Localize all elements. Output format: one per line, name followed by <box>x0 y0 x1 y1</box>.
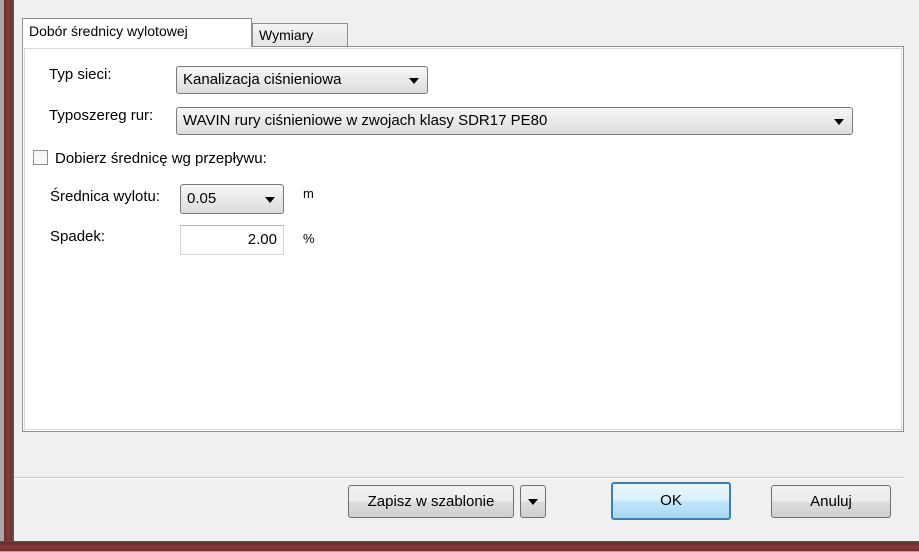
network-type-select[interactable]: Kanalizacja ciśnieniowa <box>176 66 428 94</box>
outlet-diameter-select[interactable]: 0.05 <box>180 184 284 214</box>
save-template-menu-button[interactable] <box>520 485 546 518</box>
slope-unit: % <box>303 231 315 246</box>
chevron-down-icon <box>409 78 419 84</box>
pipe-series-label: Typoszereg rur: <box>49 107 154 124</box>
button-separator <box>14 477 905 479</box>
slope-input[interactable]: 2.00 <box>180 225 284 255</box>
slope-label: Spadek: <box>50 228 106 245</box>
auto-diameter-label[interactable]: Dobierz średnicę wg przepływu: <box>55 150 267 167</box>
network-type-label: Typ sieci: <box>49 66 112 83</box>
pipe-series-value: WAVIN rury ciśnieniowe w zwojach klasy S… <box>183 112 548 129</box>
outlet-diameter-label: Średnica wylotu: <box>50 188 161 205</box>
chevron-down-icon <box>265 197 275 203</box>
chevron-down-icon <box>834 119 844 125</box>
ok-button[interactable]: OK <box>611 482 731 520</box>
pipe-series-select[interactable]: WAVIN rury ciśnieniowe w zwojach klasy S… <box>176 107 853 135</box>
outlet-diameter-value: 0.05 <box>187 190 217 207</box>
chevron-down-icon <box>528 499 538 505</box>
network-type-value: Kanalizacja ciśnieniowa <box>183 71 342 88</box>
save-template-button[interactable]: Zapisz w szablonie <box>348 485 514 518</box>
cancel-button[interactable]: Anuluj <box>771 485 891 518</box>
outlet-diameter-unit: m <box>303 186 314 201</box>
auto-diameter-checkbox[interactable] <box>33 150 48 165</box>
